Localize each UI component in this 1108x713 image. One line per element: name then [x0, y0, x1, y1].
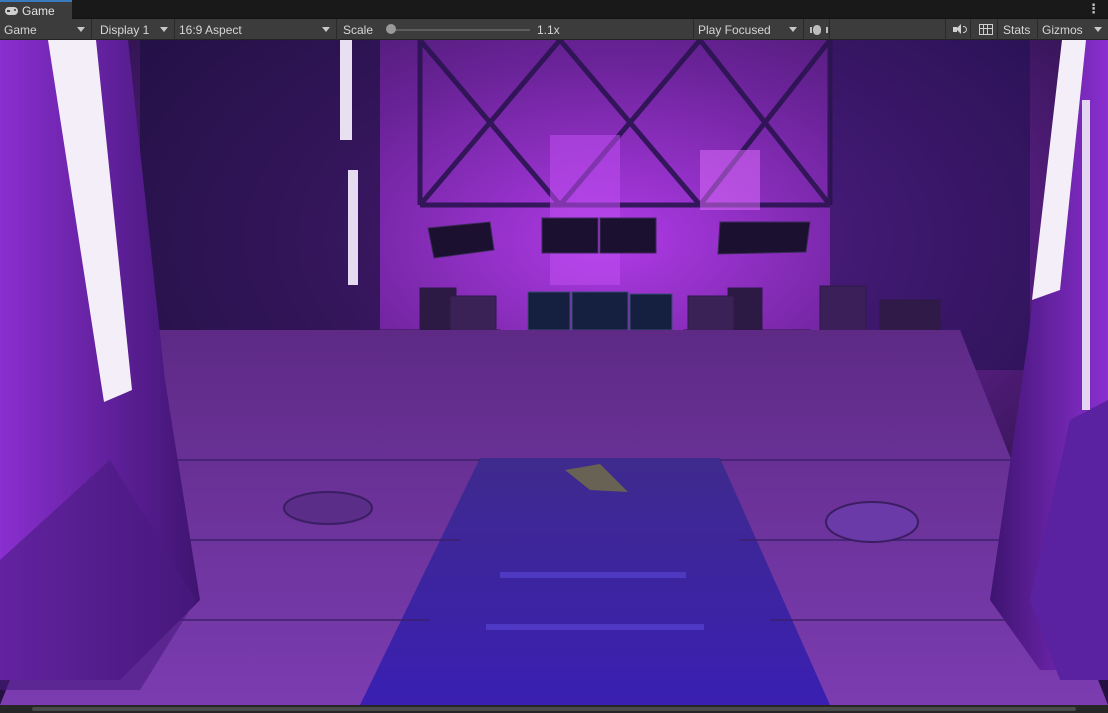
play-mode-dropdown[interactable]: Play Focused: [694, 19, 804, 40]
display-label: Display 1: [100, 22, 150, 37]
tab-game[interactable]: Game: [0, 0, 72, 19]
stats-label: Stats: [1003, 22, 1031, 37]
chevron-down-icon: [77, 27, 85, 32]
gizmos-label: Gizmos: [1042, 22, 1083, 37]
aspect-label: 16:9 Aspect: [179, 22, 242, 37]
aspect-dropdown[interactable]: 16:9 Aspect: [175, 19, 337, 40]
window-tab-bar: Game ⋮: [0, 0, 1108, 19]
bug-icon[interactable]: [810, 22, 828, 37]
view-mode-dropdown[interactable]: Game: [0, 19, 92, 40]
tab-game-label: Game: [22, 3, 55, 18]
scale-slider-handle[interactable]: [386, 24, 396, 34]
view-mode-label: Game: [4, 22, 37, 37]
scale-slider-track[interactable]: [388, 29, 530, 31]
scale-value: 1.1x: [537, 22, 560, 37]
chevron-down-icon: [789, 27, 797, 32]
scale-label: Scale: [343, 22, 374, 37]
speaker-icon[interactable]: [952, 24, 968, 35]
horizontal-scrollbar[interactable]: [0, 705, 1108, 713]
game-viewport[interactable]: [0, 40, 1108, 705]
game-view-toolbar: Game Display 1 16:9 Aspect Scale 1.1x Pl…: [0, 19, 1108, 40]
chevron-down-icon: [160, 27, 168, 32]
more-options-icon[interactable]: ⋮: [1087, 2, 1100, 16]
gizmos-dropdown[interactable]: Gizmos: [1038, 19, 1108, 40]
stats-button[interactable]: Stats: [998, 19, 1038, 40]
game-scene: [0, 40, 1108, 705]
play-mode-label: Play Focused: [698, 22, 771, 37]
gamepad-icon: [5, 6, 18, 15]
chevron-down-icon: [1094, 27, 1102, 32]
scrollbar-thumb[interactable]: [32, 707, 1076, 711]
chevron-down-icon: [322, 27, 330, 32]
keyboard-icon[interactable]: [979, 24, 993, 35]
display-dropdown[interactable]: Display 1: [92, 19, 175, 40]
